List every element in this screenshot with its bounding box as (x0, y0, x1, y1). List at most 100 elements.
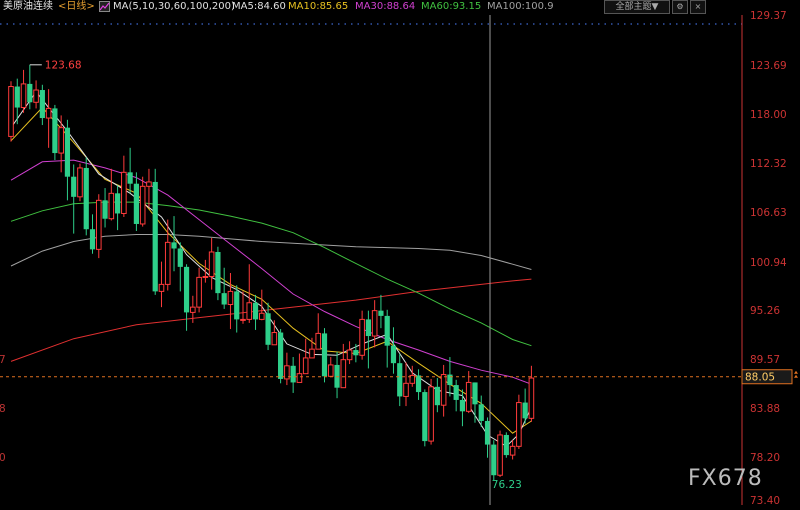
candle-up (77, 167, 83, 198)
candle-down (39, 90, 45, 119)
candle-up (509, 445, 516, 456)
ma100-line (10, 234, 532, 270)
candle-up (516, 402, 522, 447)
candle-up (327, 364, 334, 377)
candle-up (190, 306, 196, 313)
candle-down (183, 266, 190, 313)
candle-up (309, 348, 315, 359)
candle-up (58, 127, 64, 154)
candle-up (139, 185, 146, 225)
candle-up (340, 359, 347, 389)
current-price-label: 88.05 (745, 372, 775, 384)
ma10-line (10, 106, 532, 434)
ma5-line (10, 90, 532, 447)
price-tick-label: 106.63 (750, 207, 787, 219)
price-axis: 129.37 123.69 118.00 112.32 106.63 100.94 95.2… (0, 10, 798, 507)
candle-up (240, 318, 246, 321)
candle-up (33, 89, 39, 103)
candle-down (152, 181, 158, 292)
candle-up (146, 181, 152, 187)
candle-down (390, 345, 397, 364)
moving-average-lines (10, 90, 532, 447)
candle-down (384, 315, 390, 346)
candle-up (95, 199, 102, 250)
candle-down (133, 183, 139, 224)
candle-down (447, 374, 453, 386)
candle-up (440, 374, 447, 406)
candle-up (20, 83, 27, 109)
candle-up (196, 276, 202, 308)
candle-down (64, 127, 71, 177)
price-tick-label: 129.37 (750, 10, 787, 22)
candle-down (397, 363, 403, 397)
price-tick-label: 73.40 (750, 495, 780, 507)
candle-down (27, 83, 33, 103)
candle-down (415, 375, 422, 393)
candle-down (484, 420, 491, 445)
candle-down (215, 251, 221, 294)
candle-down (71, 176, 77, 197)
candle-down (265, 313, 271, 345)
candle-down (353, 350, 359, 356)
candle-up (371, 310, 378, 337)
candlestick-chart[interactable]: 123.68 76.23 129.37 123.69 118.00 112.32 106.… (0, 0, 800, 510)
candle-down (478, 404, 484, 421)
candle-down (378, 310, 384, 316)
price-tick-label: 112.32 (750, 158, 787, 170)
left-tick-label: 0 (0, 452, 6, 464)
candle-up (497, 434, 503, 476)
candle-up (315, 332, 322, 350)
candle-up (8, 86, 14, 137)
price-tick-label: 83.88 (750, 403, 780, 415)
price-tick-label: 123.69 (750, 60, 787, 72)
candle-up (164, 241, 171, 285)
price-tick-label: 118.00 (750, 109, 787, 121)
candle-down (14, 86, 20, 108)
candle-up (227, 290, 234, 306)
candle-down (365, 319, 371, 337)
candle-up (346, 349, 353, 361)
candle-up (271, 332, 278, 346)
candle-down (503, 434, 509, 456)
candle-up (359, 318, 365, 356)
price-arrow-icon (794, 370, 798, 374)
candle-down (221, 293, 227, 305)
candle-up (202, 276, 209, 279)
candle-down (453, 385, 459, 400)
left-tick-label: 8 (0, 403, 6, 415)
low-label: 76.23 (492, 479, 522, 491)
candle-up (259, 312, 265, 320)
candle-down (278, 332, 284, 379)
candle-up (45, 107, 52, 119)
candle-down (83, 167, 89, 230)
price-tick-label: 100.94 (750, 257, 787, 269)
candle-down (89, 229, 96, 250)
candle-down (491, 444, 497, 476)
candle-up (302, 357, 309, 375)
candle-down (52, 108, 58, 154)
candle-up (403, 382, 409, 397)
candle-up (296, 373, 303, 383)
high-label: 123.68 (45, 59, 82, 71)
candles (8, 64, 535, 481)
candle-down (434, 386, 440, 406)
candle-down (321, 333, 328, 377)
candle-up (208, 251, 215, 278)
watermark-logo: FX678 (688, 466, 763, 491)
price-tick-label: 78.20 (750, 452, 780, 464)
candle-down (252, 302, 259, 320)
candle-up (528, 377, 535, 419)
candle-down (522, 402, 528, 419)
chart-overlay: 123.68 76.23 (0, 15, 742, 505)
candle-down (459, 399, 466, 412)
candle-down (290, 365, 296, 383)
price-arrow-icon (794, 374, 798, 378)
candle-up (428, 386, 434, 442)
candle-up (121, 171, 127, 214)
candle-down (472, 382, 478, 405)
candle-down (234, 291, 240, 320)
candle-up (108, 192, 115, 220)
candle-down (171, 242, 177, 249)
chart-grid (0, 15, 743, 505)
candle-down (102, 200, 108, 219)
